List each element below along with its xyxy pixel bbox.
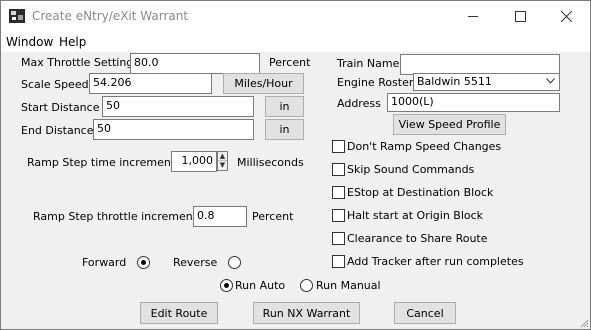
halt-start-checkbox[interactable] bbox=[332, 209, 345, 222]
estop-destination-checkbox[interactable] bbox=[332, 186, 345, 199]
radio-selected-dot bbox=[141, 260, 146, 265]
ramp-throttle-unit: Percent bbox=[252, 210, 294, 223]
warrant-window: Create eNtry/eXit Warrant Window Help Ma… bbox=[0, 0, 591, 330]
forward-label: Forward bbox=[82, 256, 127, 269]
reverse-radio[interactable] bbox=[228, 256, 241, 269]
skip-sound-label: Skip Sound Commands bbox=[347, 163, 475, 176]
engine-roster-label: Engine Roster bbox=[337, 76, 414, 89]
close-icon bbox=[561, 11, 572, 22]
halt-start-label: Halt start at Origin Block bbox=[347, 209, 484, 222]
maximize-icon bbox=[515, 11, 526, 22]
dont-ramp-label: Don't Ramp Speed Changes bbox=[347, 140, 502, 153]
minimize-button[interactable] bbox=[451, 1, 496, 32]
end-distance-unit-button[interactable]: in bbox=[265, 119, 304, 140]
run-auto-label: Run Auto bbox=[235, 279, 286, 292]
run-manual-label: Run Manual bbox=[316, 279, 381, 292]
max-throttle-field[interactable]: 80.0 bbox=[130, 53, 260, 74]
run-auto-radio[interactable] bbox=[220, 279, 233, 292]
ramp-time-label: Ramp Step time increment: bbox=[27, 156, 179, 169]
max-throttle-unit: Percent bbox=[269, 56, 311, 69]
window-title: Create eNtry/eXit Warrant bbox=[32, 9, 189, 23]
ramp-throttle-label: Ramp Step throttle increment: bbox=[33, 210, 201, 223]
clearance-share-label: Clearance to Share Route bbox=[347, 232, 488, 245]
start-distance-unit-button[interactable]: in bbox=[265, 96, 304, 117]
add-tracker-label: Add Tracker after run completes bbox=[347, 255, 524, 268]
speed-unit-button[interactable]: Miles/Hour bbox=[223, 73, 304, 94]
reverse-label: Reverse bbox=[173, 256, 218, 269]
forward-radio[interactable] bbox=[137, 256, 150, 269]
max-throttle-label: Max Throttle Setting bbox=[21, 56, 134, 69]
cancel-button[interactable]: Cancel bbox=[394, 302, 456, 324]
ramp-time-spinner[interactable]: ▲ ▼ bbox=[217, 151, 228, 171]
scale-speed-label: Scale Speed bbox=[21, 78, 89, 91]
view-speed-profile-button[interactable]: View Speed Profile bbox=[393, 114, 506, 135]
engine-roster-value: Baldwin 5511 bbox=[417, 75, 492, 88]
start-distance-label: Start Distance bbox=[21, 101, 100, 114]
ramp-time-field[interactable]: 1,000 bbox=[171, 151, 217, 172]
end-distance-field[interactable]: 50 bbox=[93, 119, 254, 140]
scale-speed-field[interactable]: 54.206 bbox=[89, 73, 212, 94]
app-icon bbox=[9, 9, 25, 23]
ramp-throttle-field[interactable]: 0.8 bbox=[193, 206, 247, 227]
spinner-up-icon[interactable]: ▲ bbox=[218, 152, 227, 161]
minimize-icon bbox=[468, 16, 478, 17]
edit-route-button[interactable]: Edit Route bbox=[140, 302, 218, 324]
train-name-label: Train Name bbox=[337, 57, 400, 70]
start-distance-field[interactable]: 50 bbox=[102, 96, 254, 117]
clearance-share-checkbox[interactable] bbox=[332, 232, 345, 245]
spinner-down-icon[interactable]: ▼ bbox=[218, 161, 227, 170]
address-field[interactable]: 1000(L) bbox=[387, 93, 560, 112]
engine-roster-select[interactable]: Baldwin 5511 bbox=[413, 73, 560, 91]
add-tracker-checkbox[interactable] bbox=[332, 255, 345, 268]
estop-destination-label: EStop at Destination Block bbox=[347, 186, 494, 199]
train-name-field[interactable] bbox=[400, 54, 560, 75]
run-nx-warrant-button[interactable]: Run NX Warrant bbox=[253, 302, 360, 324]
menu-help[interactable]: Help bbox=[59, 35, 86, 49]
menu-bar: Window Help bbox=[1, 32, 590, 52]
close-button[interactable] bbox=[544, 1, 589, 32]
menu-window[interactable]: Window bbox=[6, 35, 53, 49]
skip-sound-checkbox[interactable] bbox=[332, 163, 345, 176]
end-distance-label: End Distance bbox=[21, 124, 94, 137]
dont-ramp-checkbox[interactable] bbox=[332, 140, 345, 153]
chevron-down-icon bbox=[546, 78, 555, 84]
run-manual-radio[interactable] bbox=[300, 279, 313, 292]
ramp-time-unit: Milliseconds bbox=[237, 156, 304, 169]
radio-selected-dot bbox=[224, 283, 229, 288]
title-bar: Create eNtry/eXit Warrant bbox=[1, 1, 590, 32]
resize-grip-icon[interactable] bbox=[579, 318, 589, 328]
maximize-button[interactable] bbox=[498, 1, 543, 32]
address-label: Address bbox=[337, 97, 381, 110]
